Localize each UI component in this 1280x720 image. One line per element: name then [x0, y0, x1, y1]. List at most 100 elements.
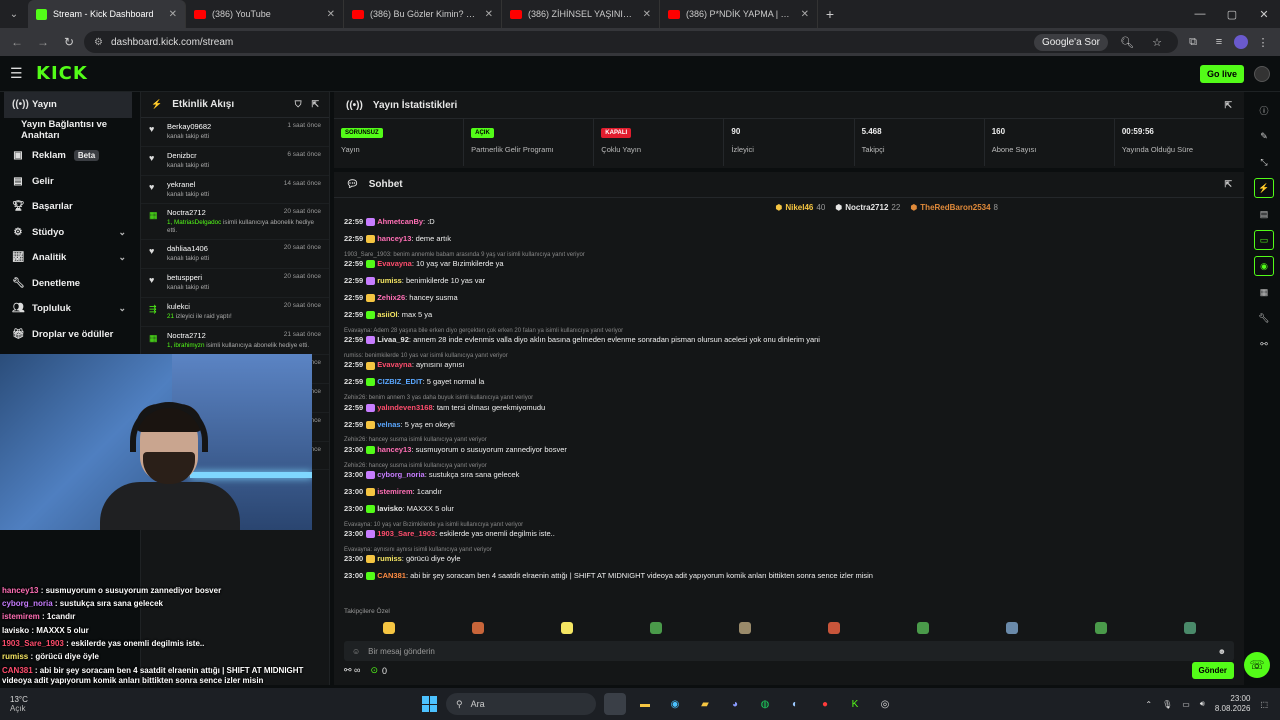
chat-message[interactable]: 22:59 hancey13: deme artık [344, 231, 1234, 248]
chat-input[interactable]: ☺ Bir mesaj gönderin ☻ [344, 641, 1234, 661]
sidebar-item[interactable]: 📈︎ Analitik ⌄ [0, 245, 138, 271]
feed-event-user[interactable]: betuspperi [167, 273, 202, 282]
chat-username[interactable]: 1903_Sare_1903 [377, 529, 435, 538]
feed-event-user[interactable]: Berkay09682 [167, 122, 211, 131]
emote-icon[interactable] [649, 622, 662, 634]
chat-message[interactable]: rumiss: benimkilerde 10 yas var isimli k… [344, 349, 1234, 374]
browser-tab[interactable]: (386) YouTube ✕ [186, 0, 344, 28]
bookmark-star-icon[interactable]: ☆ [1146, 36, 1168, 49]
sidebar-item[interactable]: ((•)) Yayın [4, 92, 132, 118]
discord-icon[interactable]: ◕ [724, 693, 746, 715]
sidebar-item[interactable]: ⚙ Stüdyo ⌄ [0, 220, 138, 246]
chat-username[interactable]: velnas [377, 420, 400, 429]
windows-start-icon[interactable] [422, 696, 438, 712]
broadcast-rail-icon[interactable]: ◉ [1254, 256, 1274, 276]
chat-username[interactable]: cyborg_noria [377, 470, 425, 479]
share-rail-icon[interactable]: ⚯ [1254, 334, 1274, 354]
close-window-icon[interactable]: ✕ [1248, 8, 1280, 21]
chat-popout-icon[interactable]: ⇱ [1224, 179, 1232, 190]
feed-event-user[interactable]: Noctra2712 [167, 331, 206, 340]
maximize-icon[interactable]: ▢ [1216, 8, 1248, 21]
chat-message[interactable]: Evavayna: Adem 28 yaşına bile erken diyo… [344, 324, 1234, 349]
url-field[interactable]: ⚙ dashboard.kick.com/stream Google'a Sor… [84, 31, 1178, 53]
feed-event-user[interactable]: dahliaa1406 [167, 244, 208, 253]
site-info-icon[interactable]: ⚙ [94, 37, 103, 48]
chat-message[interactable]: 22:59 AhmetcanBy: :D [344, 214, 1234, 231]
top-gifter[interactable]: ⬢ TheRedBaron2534 8 [910, 203, 998, 212]
clock[interactable]: 23:00 8.08.2026 [1215, 694, 1251, 715]
support-chat-button[interactable]: ☏ [1244, 652, 1270, 678]
emote-icon[interactable] [471, 622, 484, 634]
chat-message[interactable]: Zehix26: hancey susma isimli kullanıcıya… [344, 458, 1234, 483]
emoji-icon[interactable]: ☺ [352, 647, 360, 656]
browser-tab[interactable]: (386) ZİHİNSEL YAŞINIZI ORTA ✕ [502, 0, 660, 28]
record-icon[interactable]: ● [814, 693, 836, 715]
go-live-button[interactable]: Go live [1199, 64, 1244, 83]
chrome-icon[interactable]: ◉ [664, 693, 686, 715]
share-icon[interactable]: ⚯ ∞ [344, 665, 360, 676]
chat-message[interactable]: 22:59 CIZBIZ_EDIT: 5 gayet normal la [344, 374, 1234, 391]
chat-message[interactable]: 23:00 istemirem: 1candır [344, 484, 1234, 501]
chat-message[interactable]: Zehix26: benim annem 3 yas daha buyuk is… [344, 391, 1234, 416]
sidebar-item[interactable]: ▤ Gelir [0, 169, 138, 195]
feed-event-user[interactable]: yekranel [167, 180, 195, 189]
browser-tab[interactable]: (386) P*NDİK YAPMA | Madara ✕ [660, 0, 818, 28]
reading-list-icon[interactable]: ≡ [1208, 36, 1230, 48]
google-ask-button[interactable]: Google'a Sor [1033, 33, 1108, 51]
stats-popout-icon[interactable]: ⇱ [1224, 100, 1232, 111]
chat-username[interactable]: lavisko [377, 504, 402, 513]
tray-chevron-icon[interactable]: ⌃ [1145, 700, 1152, 709]
info-icon[interactable]: ⓘ [1254, 100, 1274, 120]
emote-picker-icon[interactable]: ☻ [1218, 647, 1226, 656]
lightning-rail-icon[interactable]: ⚡ [1254, 178, 1274, 198]
emote-icon[interactable] [1005, 622, 1018, 634]
tab-close-icon[interactable]: ✕ [327, 9, 335, 20]
top-gifter[interactable]: ⬢ Nikel46 40 [775, 203, 825, 212]
chat-username[interactable]: CIZBIZ_EDIT [377, 377, 422, 386]
chat-username[interactable]: yalındeven3168 [377, 403, 432, 412]
emote-icon[interactable] [827, 622, 840, 634]
browser-tab[interactable]: Stream - Kick Dashboard ✕ [28, 0, 186, 28]
sidebar-item[interactable]: 🔧︎ Denetleme [0, 271, 138, 297]
chat-username[interactable]: rumiss [377, 554, 402, 563]
tab-search-icon[interactable]: ⌄ [0, 0, 28, 28]
obs-icon[interactable]: ◎ [874, 693, 896, 715]
top-gifter[interactable]: ⬢ Noctra2712 22 [835, 203, 900, 212]
feed-event-recipient[interactable]: ibrahimyzn [174, 342, 204, 349]
sidebar-item[interactable]: 👥︎ Topluluk ⌄ [0, 296, 138, 322]
chat-message[interactable]: Evavayna: aynısını aynısı isimli kullanı… [344, 543, 1234, 568]
chat-message[interactable]: 22:59 asiiOl: max 5 ya [344, 307, 1234, 324]
chat-username[interactable]: CAN381 [377, 571, 406, 580]
profile-avatar[interactable] [1234, 35, 1248, 49]
chevron-down-icon[interactable]: ⌄ [118, 252, 126, 263]
chat-username[interactable]: istemirem [377, 487, 412, 496]
emote-icon[interactable] [916, 622, 929, 634]
sidebar-item[interactable]: Yayın Bağlantısı ve Anahtarı [0, 118, 138, 144]
browser-menu-icon[interactable]: ⋮ [1252, 36, 1274, 49]
collapse-icon[interactable]: ⤡ [1254, 152, 1274, 172]
feed-event-recipient[interactable]: MatriasDelgadoc [174, 219, 221, 226]
chat-message[interactable]: Zehix26: hancey susma isimli kullanıcıya… [344, 433, 1234, 458]
chat-message[interactable]: 1903_Sare_1903: benim annemle babam aras… [344, 248, 1234, 273]
emote-icon[interactable] [1183, 622, 1196, 634]
hamburger-menu-icon[interactable]: ☰ [10, 65, 32, 82]
chat-username[interactable]: asiiOl [377, 310, 397, 319]
tab-close-icon[interactable]: ✕ [801, 9, 809, 20]
chat-message[interactable]: 23:00 lavisko: MAXXX 5 olur [344, 501, 1234, 518]
sidebar-item[interactable]: ▣ Reklam Beta [0, 143, 138, 169]
chat-username[interactable]: AhmetcanBy [377, 217, 423, 226]
chat-username[interactable]: hancey13 [377, 445, 411, 454]
tab-close-icon[interactable]: ✕ [643, 9, 651, 20]
minimize-icon[interactable]: — [1184, 8, 1216, 21]
chat-message[interactable]: 23:00 CAN381: abi bir şey soracam ben 4 s… [344, 568, 1234, 585]
feed-event-user[interactable]: Denizbcr [167, 151, 197, 160]
emote-icon[interactable] [560, 622, 573, 634]
user-avatar[interactable] [1254, 65, 1270, 82]
tab-close-icon[interactable]: ✕ [485, 9, 493, 20]
sidebar-item[interactable]: 🎁︎ Droplar ve ödüller [0, 322, 138, 348]
taskbar-search[interactable]: ⚲ Ara [446, 693, 596, 715]
send-button[interactable]: Gönder [1191, 662, 1234, 679]
forward-icon[interactable]: → [32, 35, 54, 49]
emote-icon[interactable] [1094, 622, 1107, 634]
clipboard-icon[interactable]: ▤ [1254, 204, 1274, 224]
